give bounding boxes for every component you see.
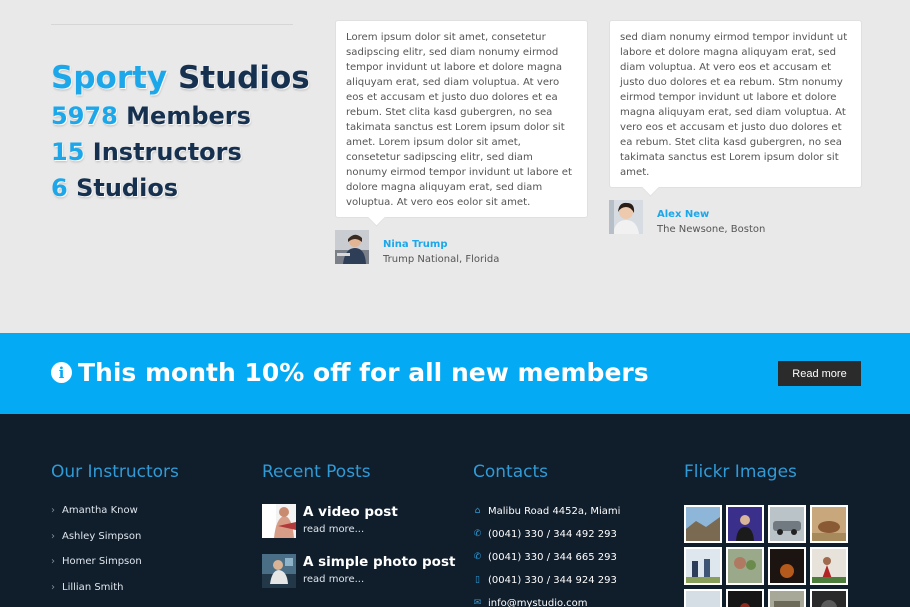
post-thumbnail[interactable] — [262, 504, 296, 538]
author-info: Alex New The Newsone, Boston — [657, 200, 765, 237]
studios-stat: 6 Studios — [51, 170, 310, 206]
read-more-link[interactable]: read more... — [303, 521, 398, 539]
promo-banner: i This month 10% off for all new members… — [0, 333, 910, 414]
flickr-photo[interactable] — [726, 505, 764, 543]
stats-section: Sporty Studios 5978 Members 15 Instructo… — [0, 0, 910, 333]
avatar — [335, 230, 369, 264]
promo-message: i This month 10% off for all new members — [51, 358, 649, 387]
flickr-gallery — [684, 505, 848, 607]
instructor-name: Homer Simpson — [62, 556, 142, 567]
phone-icon: ✆ — [473, 529, 482, 539]
author-location: Trump National, Florida — [383, 254, 500, 265]
instructor-name: Lillian Smith — [62, 581, 124, 593]
testimonial-author: Alex New The Newsone, Boston — [609, 200, 862, 237]
divider — [51, 24, 293, 25]
contact-mobile[interactable]: ▯ (0041) 330 / 344 924 293 — [473, 574, 620, 597]
instructor-link[interactable]: › Amantha Know — [51, 504, 179, 530]
post-info: A simple photo post read more... — [303, 554, 455, 589]
author-name[interactable]: Alex New — [657, 207, 765, 222]
studios-label: Studios — [76, 174, 179, 202]
testimonial-card: Lorem ipsum dolor sit amet, consetetur s… — [335, 20, 588, 267]
testimonial-author: Nina Trump Trump National, Florida — [335, 230, 588, 267]
flickr-photo[interactable] — [684, 547, 722, 585]
chevron-right-icon: › — [51, 581, 55, 593]
instructors-label: Instructors — [92, 138, 242, 166]
author-info: Nina Trump Trump National, Florida — [383, 230, 499, 267]
contacts-column: Contacts ⌂ Malibu Road 4452a, Miami ✆ (004… — [473, 414, 620, 607]
post-item: A video post read more... — [262, 504, 455, 539]
contact-text: info@mystudio.com — [488, 598, 588, 607]
contact-text: (0041) 330 / 344 924 293 — [488, 575, 617, 586]
flickr-photo[interactable] — [768, 505, 806, 543]
members-label: Members — [126, 102, 251, 130]
envelope-icon: ✉ — [473, 598, 482, 607]
contact-text: (0041) 330 / 344 665 293 — [488, 552, 617, 563]
members-stat: 5978 Members — [51, 98, 310, 134]
post-thumbnail[interactable] — [262, 554, 296, 588]
instructors-column: Our Instructors › Amantha Know › Ashley Si… — [51, 414, 179, 606]
instructor-name: Amantha Know — [62, 505, 138, 516]
chevron-right-icon: › — [51, 505, 55, 516]
studio-title-highlight: Sporty — [51, 60, 168, 96]
author-name[interactable]: Nina Trump — [383, 237, 499, 252]
instructor-name: Ashley Simpson — [62, 530, 142, 542]
studio-title: Sporty Studios — [51, 58, 310, 98]
recent-posts-title: Recent Posts — [262, 462, 371, 482]
flickr-title: Flickr Images — [684, 462, 797, 482]
instructors-stat: 15 Instructors — [51, 134, 310, 170]
contact-text: Malibu Road 4452a, Miami — [488, 506, 621, 517]
contacts-title: Contacts — [473, 462, 548, 482]
contact-address: ⌂ Malibu Road 4452a, Miami — [473, 505, 621, 528]
chevron-right-icon: › — [51, 530, 55, 542]
phone-icon: ✆ — [473, 552, 482, 562]
flickr-photo[interactable] — [810, 505, 848, 543]
read-more-button[interactable]: Read more — [778, 361, 861, 386]
home-icon: ⌂ — [474, 506, 481, 516]
avatar — [609, 200, 643, 234]
flickr-photo[interactable] — [768, 547, 806, 585]
studio-title-rest: Studios — [177, 60, 310, 96]
instructor-link[interactable]: › Ashley Simpson — [51, 530, 179, 556]
post-title[interactable]: A simple photo post — [303, 554, 455, 571]
info-icon: i — [51, 362, 72, 383]
instructor-link[interactable]: › Homer Simpson — [51, 555, 179, 581]
post-item: A simple photo post read more... — [262, 554, 455, 589]
flickr-photo[interactable] — [768, 589, 806, 607]
instructors-list: › Amantha Know › Ashley Simpson › Homer Sim… — [51, 504, 179, 606]
mobile-icon: ▯ — [475, 575, 480, 585]
promo-text: This month 10% off for all new members — [78, 358, 649, 387]
instructor-link[interactable]: › Lillian Smith — [51, 581, 179, 607]
members-count: 5978 — [51, 102, 118, 130]
flickr-photo[interactable] — [726, 547, 764, 585]
flickr-photo[interactable] — [726, 589, 764, 607]
recent-posts-column: Recent Posts A video post read more... A… — [262, 414, 455, 604]
testimonial-text: sed diam nonumy eirmod tempor invidunt u… — [609, 20, 862, 188]
testimonial-text: Lorem ipsum dolor sit amet, consetetur s… — [335, 20, 588, 218]
posts-list: A video post read more... A simple photo… — [262, 504, 455, 589]
footer: Our Instructors › Amantha Know › Ashley Si… — [0, 414, 910, 607]
instructors-count: 15 — [51, 138, 85, 166]
flickr-photo[interactable] — [684, 589, 722, 607]
contacts-list: ⌂ Malibu Road 4452a, Miami ✆ (0041) 330 / … — [473, 505, 621, 607]
flickr-column: Flickr Images — [684, 414, 848, 607]
instructors-title: Our Instructors — [51, 462, 179, 482]
contact-phone[interactable]: ✆ (0041) 330 / 344 492 293 — [473, 528, 620, 551]
read-more-link[interactable]: read more... — [303, 571, 455, 589]
contact-phone[interactable]: ✆ (0041) 330 / 344 665 293 — [473, 551, 620, 574]
post-info: A video post read more... — [303, 504, 398, 539]
flickr-photo[interactable] — [684, 505, 722, 543]
contact-text: (0041) 330 / 344 492 293 — [488, 529, 617, 540]
flickr-photo[interactable] — [810, 589, 848, 607]
chevron-right-icon: › — [51, 556, 55, 567]
contact-email[interactable]: ✉ info@mystudio.com — [473, 597, 620, 607]
studios-count: 6 — [51, 174, 68, 202]
flickr-photo[interactable] — [810, 547, 848, 585]
author-location: The Newsone, Boston — [657, 224, 766, 235]
testimonial-card: sed diam nonumy eirmod tempor invidunt u… — [609, 20, 862, 237]
post-title[interactable]: A video post — [303, 504, 398, 521]
stats-block: Sporty Studios 5978 Members 15 Instructo… — [51, 58, 310, 206]
